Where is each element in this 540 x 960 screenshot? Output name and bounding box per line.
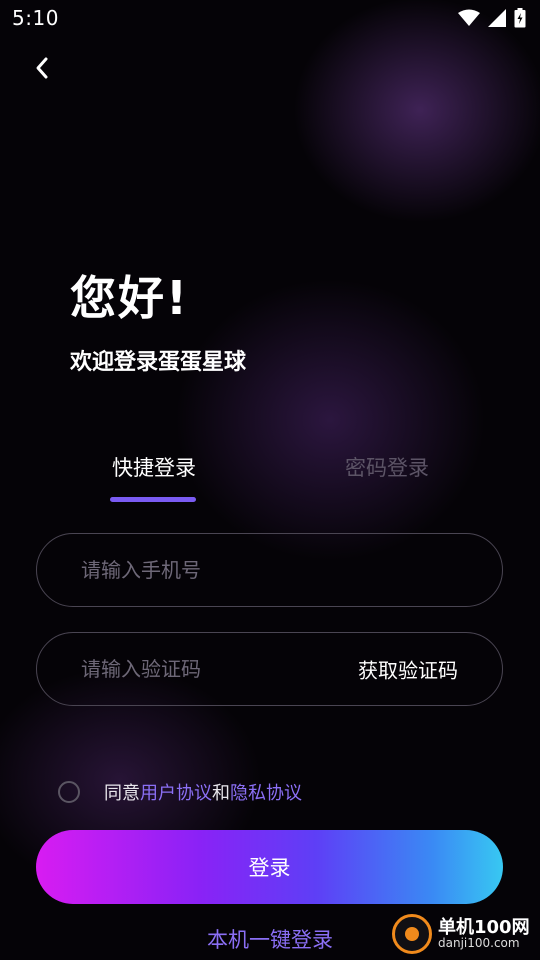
- watermark-name: 单机100网: [438, 916, 530, 938]
- active-tab-indicator: [110, 497, 196, 502]
- watermark-url: danji100.com: [438, 936, 520, 951]
- chevron-left-icon: [36, 57, 48, 79]
- tab-quick-login[interactable]: 快捷登录: [112, 452, 196, 482]
- privacy-policy-link[interactable]: 隐私协议: [230, 783, 302, 804]
- watermark-logo-icon: [392, 914, 432, 954]
- signal-icon: [488, 9, 506, 27]
- agreement-checkbox[interactable]: [58, 781, 80, 803]
- user-agreement-link[interactable]: 用户协议: [140, 783, 212, 804]
- code-field[interactable]: 获取验证码: [36, 632, 503, 706]
- status-icons: [458, 8, 526, 28]
- phone-field[interactable]: [36, 533, 503, 607]
- verification-code-input[interactable]: [79, 656, 343, 682]
- agreement-row: 同意用户协议和隐私协议: [58, 779, 302, 805]
- agreement-conjunction: 和: [212, 783, 230, 804]
- welcome-subtitle: 欢迎登录蛋蛋星球: [70, 350, 247, 375]
- agreement-prefix: 同意: [104, 783, 140, 804]
- wifi-icon: [458, 9, 480, 26]
- agreement-text: 同意用户协议和隐私协议: [104, 779, 302, 805]
- background: [0, 0, 540, 960]
- login-button[interactable]: 登录: [36, 830, 503, 904]
- watermark: 单机100网 danji100.com: [392, 914, 530, 954]
- back-button[interactable]: [22, 48, 62, 88]
- tab-password-login[interactable]: 密码登录: [345, 452, 429, 482]
- get-code-button[interactable]: 获取验证码: [358, 655, 458, 684]
- battery-charging-icon: [514, 8, 526, 28]
- greeting-title: 您好!: [70, 271, 189, 325]
- status-time: 5:10: [12, 6, 59, 30]
- phone-input[interactable]: [79, 557, 343, 583]
- status-bar: 5:10: [0, 0, 540, 36]
